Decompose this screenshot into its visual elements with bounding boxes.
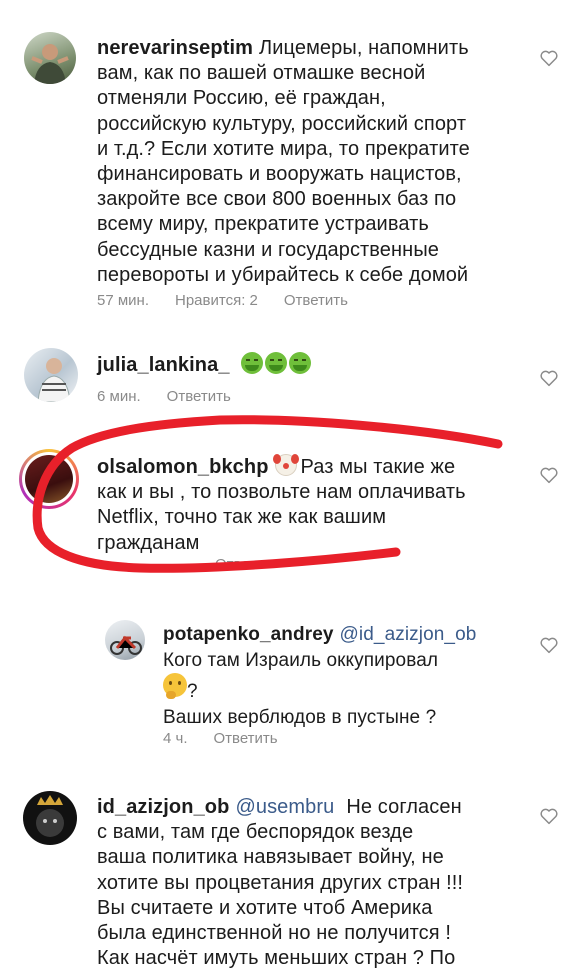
comment-line: гражданам (97, 531, 200, 554)
reply-button[interactable]: Ответить (167, 388, 231, 405)
comment-line: всему миру, прекратите устраивать (97, 213, 429, 236)
comment-meta: Ответить (215, 556, 305, 567)
comment-username[interactable]: nerevarinseptim (97, 37, 253, 59)
avatar[interactable] (24, 32, 76, 84)
avatar[interactable] (23, 791, 77, 845)
comment-line: Netflix, точно так же как вашим (97, 506, 387, 529)
comment-username[interactable]: julia_lankina_ (97, 354, 230, 376)
comment-username[interactable]: id_azizjon_ob (97, 796, 229, 818)
comment-line: бессудные казни и государственные (97, 238, 440, 261)
comment-line: Ваших верблюдов в пустыне ? (163, 706, 437, 728)
comment-line: российскую культуру, российский спорт (97, 112, 467, 135)
comment-line: отменяли Россию, её граждан, (97, 87, 386, 110)
comment-line: ваша политика навязывает войну, не (97, 846, 444, 869)
avatar-person-icon (37, 358, 71, 402)
comment-line: хотите вы процветания других стран !!! (97, 871, 464, 894)
comment-time: 4 ч. (163, 730, 188, 747)
comment-line: перевороты и убирайтесь к себе домой (97, 263, 469, 286)
nauseated-face-icon (265, 352, 288, 374)
reply-button[interactable]: Ответить (284, 292, 348, 309)
mention-link[interactable]: @usembru (235, 796, 334, 818)
comment-text: potapenko_andrey @id_azizjon_ob Кого там … (163, 622, 543, 730)
comment-username[interactable]: olsalomon_bkchp (97, 456, 269, 478)
comment-line: с вами, там где беспорядок везде (97, 821, 414, 844)
like-heart-icon[interactable] (539, 466, 559, 484)
avatar-motorcycle-icon (110, 635, 142, 655)
avatar[interactable] (19, 449, 79, 509)
nauseated-face-icon (289, 352, 312, 374)
comment-text: id_azizjon_ob @usembru Не согласен с вами,… (97, 795, 537, 971)
comment-line: как и вы , то позвольте нам оплачивать (97, 481, 466, 504)
comment-text: julia_lankina_ (97, 352, 517, 378)
like-heart-icon[interactable] (539, 807, 559, 825)
avatar[interactable] (24, 348, 78, 402)
mention-link[interactable]: @id_azizjon_ob (340, 624, 477, 645)
comment-first-line: Раз мы такие же (300, 456, 456, 478)
comment-meta: 4 ч. Ответить (163, 730, 304, 747)
like-heart-icon[interactable] (539, 369, 559, 387)
comment-meta: 6 мин. Ответить (97, 388, 257, 405)
comment-username[interactable]: potapenko_andrey (163, 624, 334, 645)
avatar-lion-icon (36, 795, 64, 837)
clown-face-icon (272, 454, 299, 476)
comment-text: olsalomon_bkchp Раз мы такие же как и вы … (97, 454, 537, 556)
comment-line: была единственной но не получится ! (97, 922, 451, 945)
comment-line: финансировать и вооружать нацистов, (97, 163, 462, 186)
comment-meta: 57 мин. Нравится: 2 Ответить (97, 292, 374, 309)
like-heart-icon[interactable] (539, 49, 559, 67)
like-heart-icon[interactable] (539, 636, 559, 654)
comment-line: и т.д.? Если хотите мира, то прекратите (97, 137, 470, 160)
avatar-person-icon (31, 44, 69, 84)
avatar[interactable] (105, 620, 145, 660)
comment-first-line: Не согласен (346, 796, 462, 818)
comment-likes[interactable]: Нравится: 2 (175, 292, 258, 309)
comment-text: nerevarinseptim Лицемеры, напомнить вам, … (97, 36, 517, 288)
comment-line: Как насчёт имуть меньших стран ? По (97, 947, 456, 970)
comment-line: ? (187, 681, 198, 702)
comment-line: Кого там Израиль оккупировал (163, 649, 439, 671)
reply-button[interactable]: Ответить (214, 730, 278, 747)
comment-line: вам, как по вашей отмашке весной (97, 62, 426, 85)
comment-first-line: Лицемеры, напомнить (259, 37, 469, 59)
comment-time: 57 мин. (97, 292, 149, 309)
nauseated-face-icon (241, 352, 264, 374)
reply-button[interactable]: Ответить (215, 556, 279, 567)
comment-line: Вы считаете и хотите чтоб Америка (97, 896, 433, 919)
comment-time: 6 мин. (97, 388, 141, 405)
thinking-face-icon (163, 673, 187, 699)
comment-line: закройте все свои 800 военных баз по (97, 188, 457, 211)
